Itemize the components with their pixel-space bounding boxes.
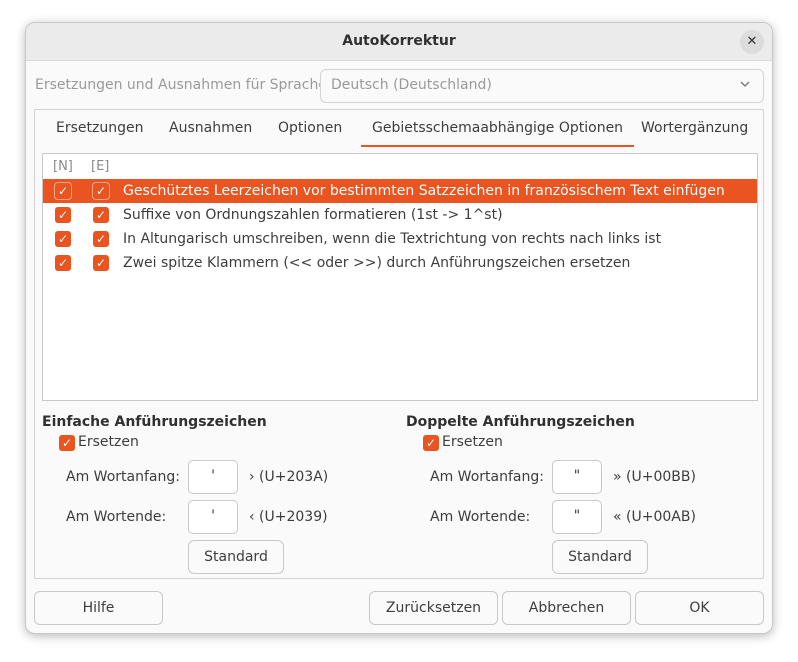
title-bar: AutoKorrektur ✕ bbox=[26, 23, 772, 61]
options-list: [N] [E] ✓ ✓ Geschütztes Leerzeichen vor … bbox=[42, 153, 758, 401]
single-default-button[interactable]: Standard bbox=[188, 540, 284, 574]
double-quotes-replace-label: Ersetzen bbox=[442, 434, 503, 450]
double-start-char-button[interactable]: " bbox=[552, 460, 602, 494]
reset-button[interactable]: Zurücksetzen bbox=[369, 591, 498, 625]
double-start-label: Am Wortanfang: bbox=[430, 469, 544, 485]
double-quotes-replace-checkbox[interactable]: ✓ bbox=[423, 435, 439, 451]
double-start-code: » (U+00BB) bbox=[613, 469, 696, 485]
single-end-char-button[interactable]: ' bbox=[188, 500, 238, 534]
check-icon: ✓ bbox=[61, 436, 73, 450]
list-item-label: Zwei spitze Klammern (<< oder >>) durch … bbox=[123, 255, 631, 271]
window-title: AutoKorrektur bbox=[342, 33, 456, 49]
list-item[interactable]: ✓ ✓ In Altungarisch umschreiben, wenn di… bbox=[43, 227, 757, 251]
single-quotes-replace-label: Ersetzen bbox=[78, 434, 139, 450]
column-header-e: [E] bbox=[91, 159, 110, 174]
checkbox-n[interactable]: ✓ bbox=[55, 207, 71, 223]
close-button[interactable]: ✕ bbox=[740, 30, 764, 54]
check-icon: ✓ bbox=[57, 232, 69, 246]
check-icon: ✓ bbox=[95, 184, 107, 198]
ok-button[interactable]: OK bbox=[635, 591, 764, 625]
double-default-button[interactable]: Standard bbox=[552, 540, 648, 574]
close-icon: ✕ bbox=[746, 34, 758, 49]
check-icon: ✓ bbox=[57, 256, 69, 270]
check-icon: ✓ bbox=[95, 208, 107, 222]
single-end-code: ‹ (U+2039) bbox=[249, 509, 328, 525]
checkbox-n[interactable]: ✓ bbox=[55, 255, 71, 271]
tab-ersetzungen[interactable]: Ersetzungen bbox=[56, 120, 143, 145]
checkbox-n[interactable]: ✓ bbox=[55, 183, 71, 199]
list-item-label: Geschütztes Leerzeichen vor bestimmten S… bbox=[123, 183, 725, 199]
language-selected-value: Deutsch (Deutschland) bbox=[331, 77, 492, 93]
help-button[interactable]: Hilfe bbox=[34, 591, 163, 625]
single-start-char-button[interactable]: ' bbox=[188, 460, 238, 494]
check-icon: ✓ bbox=[57, 208, 69, 222]
tab-wortergaenzung[interactable]: Wortergänzung bbox=[641, 120, 748, 145]
list-item[interactable]: ✓ ✓ Geschütztes Leerzeichen vor bestimmt… bbox=[43, 179, 757, 203]
single-quotes-replace-checkbox[interactable]: ✓ bbox=[59, 435, 75, 451]
check-icon: ✓ bbox=[95, 232, 107, 246]
double-end-code: « (U+00AB) bbox=[613, 509, 696, 525]
column-header-n: [N] bbox=[53, 159, 73, 174]
double-end-label: Am Wortende: bbox=[430, 509, 531, 525]
tab-panel: Ersetzungen Ausnahmen Optionen Gebietssc… bbox=[34, 109, 764, 579]
language-label: Ersetzungen und Ausnahmen für Sprache: bbox=[35, 77, 332, 93]
list-item-label: Suffixe von Ordnungszahlen formatieren (… bbox=[123, 207, 503, 223]
list-item-label: In Altungarisch umschreiben, wenn die Te… bbox=[123, 231, 662, 247]
list-item[interactable]: ✓ ✓ Suffixe von Ordnungszahlen formatier… bbox=[43, 203, 757, 227]
tab-optionen[interactable]: Optionen bbox=[278, 120, 342, 145]
checkbox-e[interactable]: ✓ bbox=[93, 231, 109, 247]
check-icon: ✓ bbox=[95, 256, 107, 270]
tab-ausnahmen[interactable]: Ausnahmen bbox=[169, 120, 252, 145]
list-item[interactable]: ✓ ✓ Zwei spitze Klammern (<< oder >>) du… bbox=[43, 251, 757, 275]
checkbox-e[interactable]: ✓ bbox=[93, 183, 109, 199]
tab-gebietsschema-optionen[interactable]: Gebietsschemaabhängige Optionen bbox=[361, 120, 635, 147]
checkbox-e[interactable]: ✓ bbox=[93, 207, 109, 223]
tab-bar: Ersetzungen Ausnahmen Optionen Gebietssc… bbox=[35, 110, 763, 148]
double-end-char-button[interactable]: " bbox=[552, 500, 602, 534]
check-icon: ✓ bbox=[57, 184, 69, 198]
check-icon: ✓ bbox=[425, 436, 437, 450]
single-start-code: › (U+203A) bbox=[249, 469, 329, 485]
double-quotes-title: Doppelte Anführungszeichen bbox=[406, 414, 635, 430]
checkbox-e[interactable]: ✓ bbox=[93, 255, 109, 271]
chevron-down-icon bbox=[739, 78, 751, 94]
single-start-label: Am Wortanfang: bbox=[66, 469, 180, 485]
single-quotes-title: Einfache Anführungszeichen bbox=[42, 414, 267, 430]
cancel-button[interactable]: Abbrechen bbox=[502, 591, 631, 625]
language-select[interactable]: Deutsch (Deutschland) bbox=[320, 69, 764, 103]
checkbox-n[interactable]: ✓ bbox=[55, 231, 71, 247]
single-end-label: Am Wortende: bbox=[66, 509, 167, 525]
autokorrektur-dialog: AutoKorrektur ✕ Ersetzungen und Ausnahme… bbox=[25, 22, 773, 634]
